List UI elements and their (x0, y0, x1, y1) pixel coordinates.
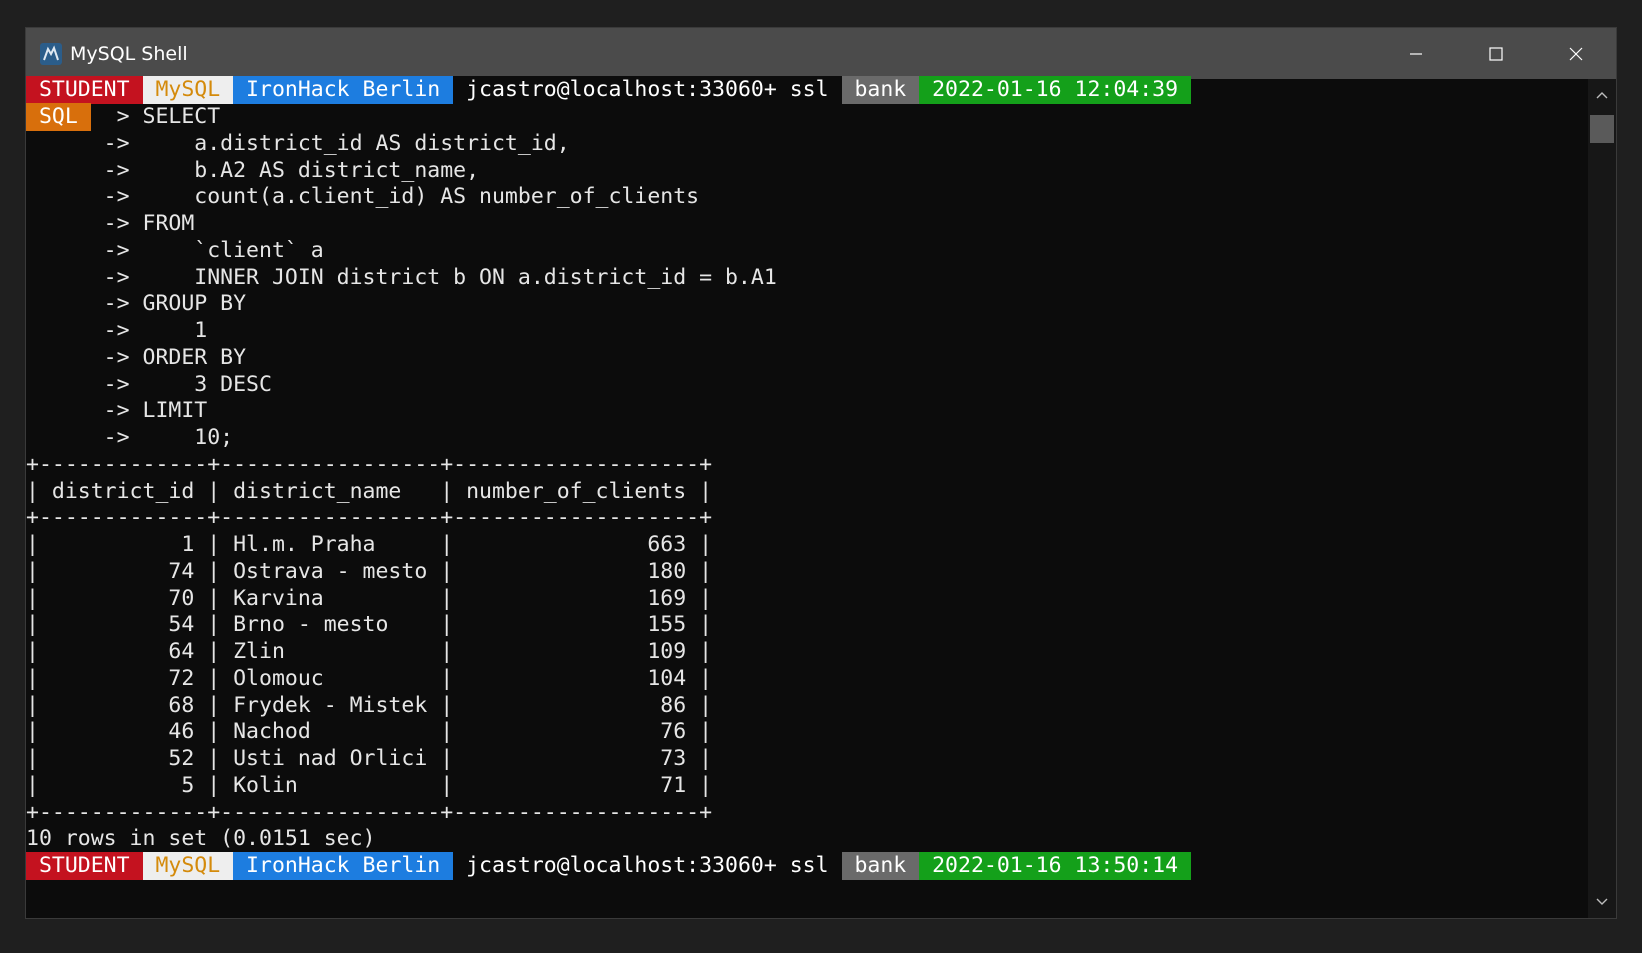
prompt-schema-segment: bank (841, 852, 920, 880)
query-first-line: > SELECT (90, 104, 221, 129)
table-border-mid: +-------------+-----------------+-------… (26, 505, 713, 530)
query-line: -> GROUP BY (26, 291, 247, 316)
prompt-mysql-segment: MySQL (142, 76, 234, 104)
prompt-mode-line: SQL > SELECT (26, 103, 220, 131)
query-line: -> b.A2 AS district_name, (26, 158, 480, 183)
prompt-host-segment: IronHack Berlin (233, 852, 454, 880)
maximize-button[interactable] (1456, 28, 1536, 79)
table-row: | 72 | Olomouc | 104 | (26, 666, 713, 691)
query-line: -> 1 (26, 318, 208, 343)
query-line: -> count(a.client_id) AS number_of_clien… (26, 184, 700, 209)
prompt-user-segment: jcastro@localhost:33060+ ssl (453, 76, 842, 104)
terminal-output[interactable]: STUDENT MySQL IronHack Berlin jcastro@lo… (26, 76, 1588, 918)
prompt-time-segment: 2022-01-16 13:50:14 (919, 852, 1191, 880)
query-line: -> FROM (26, 211, 195, 236)
prompt-time-segment: 2022-01-16 12:04:39 (919, 76, 1191, 104)
table-row: | 46 | Nachod | 76 | (26, 719, 713, 744)
vertical-scrollbar[interactable] (1588, 79, 1616, 918)
table-row: | 54 | Brno - mesto | 155 | (26, 612, 713, 637)
title-bar[interactable]: MySQL Shell (26, 28, 1616, 79)
query-line: -> a.district_id AS district_id, (26, 131, 570, 156)
window-title: MySQL Shell (70, 42, 188, 65)
minimize-button[interactable] (1376, 28, 1456, 79)
maximize-icon (1489, 46, 1503, 61)
table-row: | 70 | Karvina | 169 | (26, 586, 713, 611)
table-border-bottom: +-------------+-----------------+-------… (26, 800, 713, 825)
prompt-student-segment: STUDENT (26, 852, 143, 880)
close-icon (1569, 47, 1583, 60)
table-row: | 52 | Usti nad Orlici | 73 | (26, 746, 713, 771)
close-button[interactable] (1536, 28, 1616, 79)
query-line: -> `client` a (26, 238, 324, 263)
table-header: | district_id | district_name | number_o… (26, 479, 713, 504)
scroll-down-button[interactable] (1588, 890, 1616, 914)
prompt-user-segment: jcastro@localhost:33060+ ssl (453, 852, 842, 880)
result-summary: 10 rows in set (0.0151 sec) (26, 826, 376, 851)
table-row: | 5 | Kolin | 71 | (26, 773, 713, 798)
minimize-icon (1410, 52, 1422, 55)
window-controls (1376, 28, 1616, 79)
prompt-bar-bottom: STUDENT MySQL IronHack Berlin jcastro@lo… (26, 852, 1191, 880)
table-row: | 1 | Hl.m. Praha | 663 | (26, 532, 713, 557)
query-line: -> 3 DESC (26, 372, 272, 397)
prompt-schema-segment: bank (841, 76, 920, 104)
query-line: -> 10; (26, 425, 234, 450)
table-border-top: +-------------+-----------------+-------… (26, 452, 713, 477)
prompt-student-segment: STUDENT (26, 76, 143, 104)
prompt-mysql-segment: MySQL (142, 852, 234, 880)
query-line: -> INNER JOIN district b ON a.district_i… (26, 265, 777, 290)
chevron-up-icon (1596, 92, 1608, 99)
scroll-thumb[interactable] (1590, 115, 1614, 143)
chevron-down-icon (1596, 898, 1608, 905)
prompt-mode-segment: SQL (26, 103, 91, 131)
table-row: | 64 | Zlin | 109 | (26, 639, 713, 664)
prompt-bar-top: STUDENT MySQL IronHack Berlin jcastro@lo… (26, 76, 1191, 104)
table-row: | 74 | Ostrava - mesto | 180 | (26, 559, 713, 584)
mysql-dolphin-icon (38, 41, 64, 67)
query-line: -> ORDER BY (26, 345, 247, 370)
prompt-host-segment: IronHack Berlin (233, 76, 454, 104)
query-line: -> LIMIT (26, 398, 208, 423)
table-row: | 68 | Frydek - Mistek | 86 | (26, 693, 713, 718)
scroll-up-button[interactable] (1588, 83, 1616, 107)
mysql-shell-window: MySQL Shell STUDENT MySQL IronHack Berli… (25, 27, 1617, 919)
